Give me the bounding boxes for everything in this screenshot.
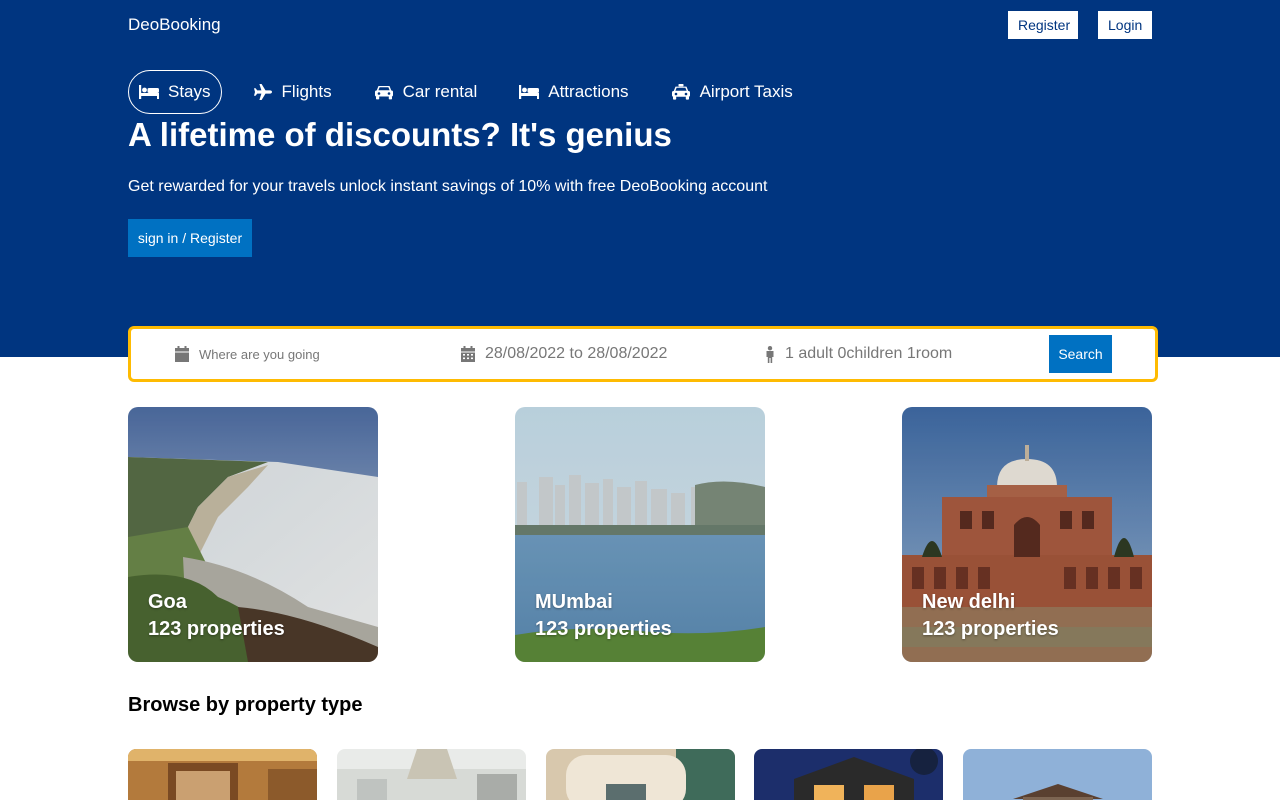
guests-value: 1 adult 0children 1room — [785, 345, 953, 362]
property-type-card-cabins[interactable] — [963, 749, 1152, 800]
nav-item-car-rental[interactable]: Car rental — [363, 70, 489, 114]
destination-field[interactable]: Where are you going — [175, 329, 320, 379]
search-bar: Where are you going 28/08/2022 to 28/08/… — [128, 326, 1158, 382]
nav-item-airport-taxis[interactable]: Airport Taxis — [660, 70, 804, 114]
property-count: 123 properties — [148, 618, 285, 640]
date-range-field[interactable]: 28/08/2022 to 28/08/2022 — [461, 329, 667, 379]
register-button[interactable]: Register — [1008, 11, 1078, 39]
property-type-card-villas[interactable] — [754, 749, 943, 800]
property-type-card-apartments[interactable] — [337, 749, 526, 800]
nav-item-label: Airport Taxis — [699, 82, 793, 101]
city-card-text: Goa 123 properties — [148, 589, 285, 643]
sign-in-register-button[interactable]: sign in / Register — [128, 219, 252, 257]
hero-subtitle: Get rewarded for your travels unlock ins… — [128, 178, 768, 195]
nav-item-stays[interactable]: Stays — [128, 70, 222, 114]
person-icon — [766, 345, 774, 363]
city-name: MUmbai — [535, 591, 613, 613]
bed-icon — [519, 85, 540, 99]
calendar-icon — [461, 346, 475, 362]
villa-image — [754, 749, 943, 800]
brand-logo[interactable]: DeoBooking — [128, 15, 221, 35]
featured-city-card[interactable]: Goa 123 properties — [128, 407, 378, 662]
featured-city-card[interactable]: New delhi 123 properties — [902, 407, 1152, 662]
city-card-text: MUmbai 123 properties — [535, 589, 672, 643]
date-range-value: 28/08/2022 to 28/08/2022 — [485, 345, 668, 362]
apartment-image — [337, 749, 526, 800]
calendar-icon — [175, 346, 189, 362]
hotel-image — [128, 749, 317, 800]
nav-item-flights[interactable]: Flights — [242, 70, 343, 114]
taxi-icon — [671, 84, 690, 100]
nav-item-label: Stays — [168, 82, 211, 101]
search-button[interactable]: Search — [1049, 335, 1112, 373]
nav-item-label: Attractions — [548, 82, 629, 101]
city-name: Goa — [148, 591, 187, 613]
resort-image — [546, 749, 735, 800]
property-type-card-hotels[interactable] — [128, 749, 317, 800]
nav-item-attractions[interactable]: Attractions — [508, 70, 639, 114]
car-icon — [374, 86, 393, 100]
city-card-text: New delhi 123 properties — [922, 589, 1059, 643]
featured-city-card[interactable]: MUmbai 123 properties — [515, 407, 765, 662]
cabin-image — [963, 749, 1152, 800]
hero-title: A lifetime of discounts? It's genius — [128, 116, 672, 153]
nav-item-label: Car rental — [402, 82, 478, 101]
nav-item-label: Flights — [281, 82, 332, 101]
plane-icon — [253, 84, 272, 100]
property-count: 123 properties — [535, 618, 672, 640]
bed-icon — [139, 85, 159, 99]
guests-field[interactable]: 1 adult 0children 1room — [765, 329, 952, 379]
login-button[interactable]: Login — [1098, 11, 1152, 39]
property-count: 123 properties — [922, 618, 1059, 640]
category-nav: Stays Flights Car rental Attractions Air… — [128, 70, 824, 114]
hero-header: DeoBooking Register Login Stays Flights … — [0, 0, 1280, 357]
destination-input[interactable]: Where are you going — [199, 347, 320, 362]
property-type-card-resorts[interactable] — [546, 749, 735, 800]
browse-property-type-heading: Browse by property type — [128, 694, 363, 716]
city-name: New delhi — [922, 591, 1016, 613]
